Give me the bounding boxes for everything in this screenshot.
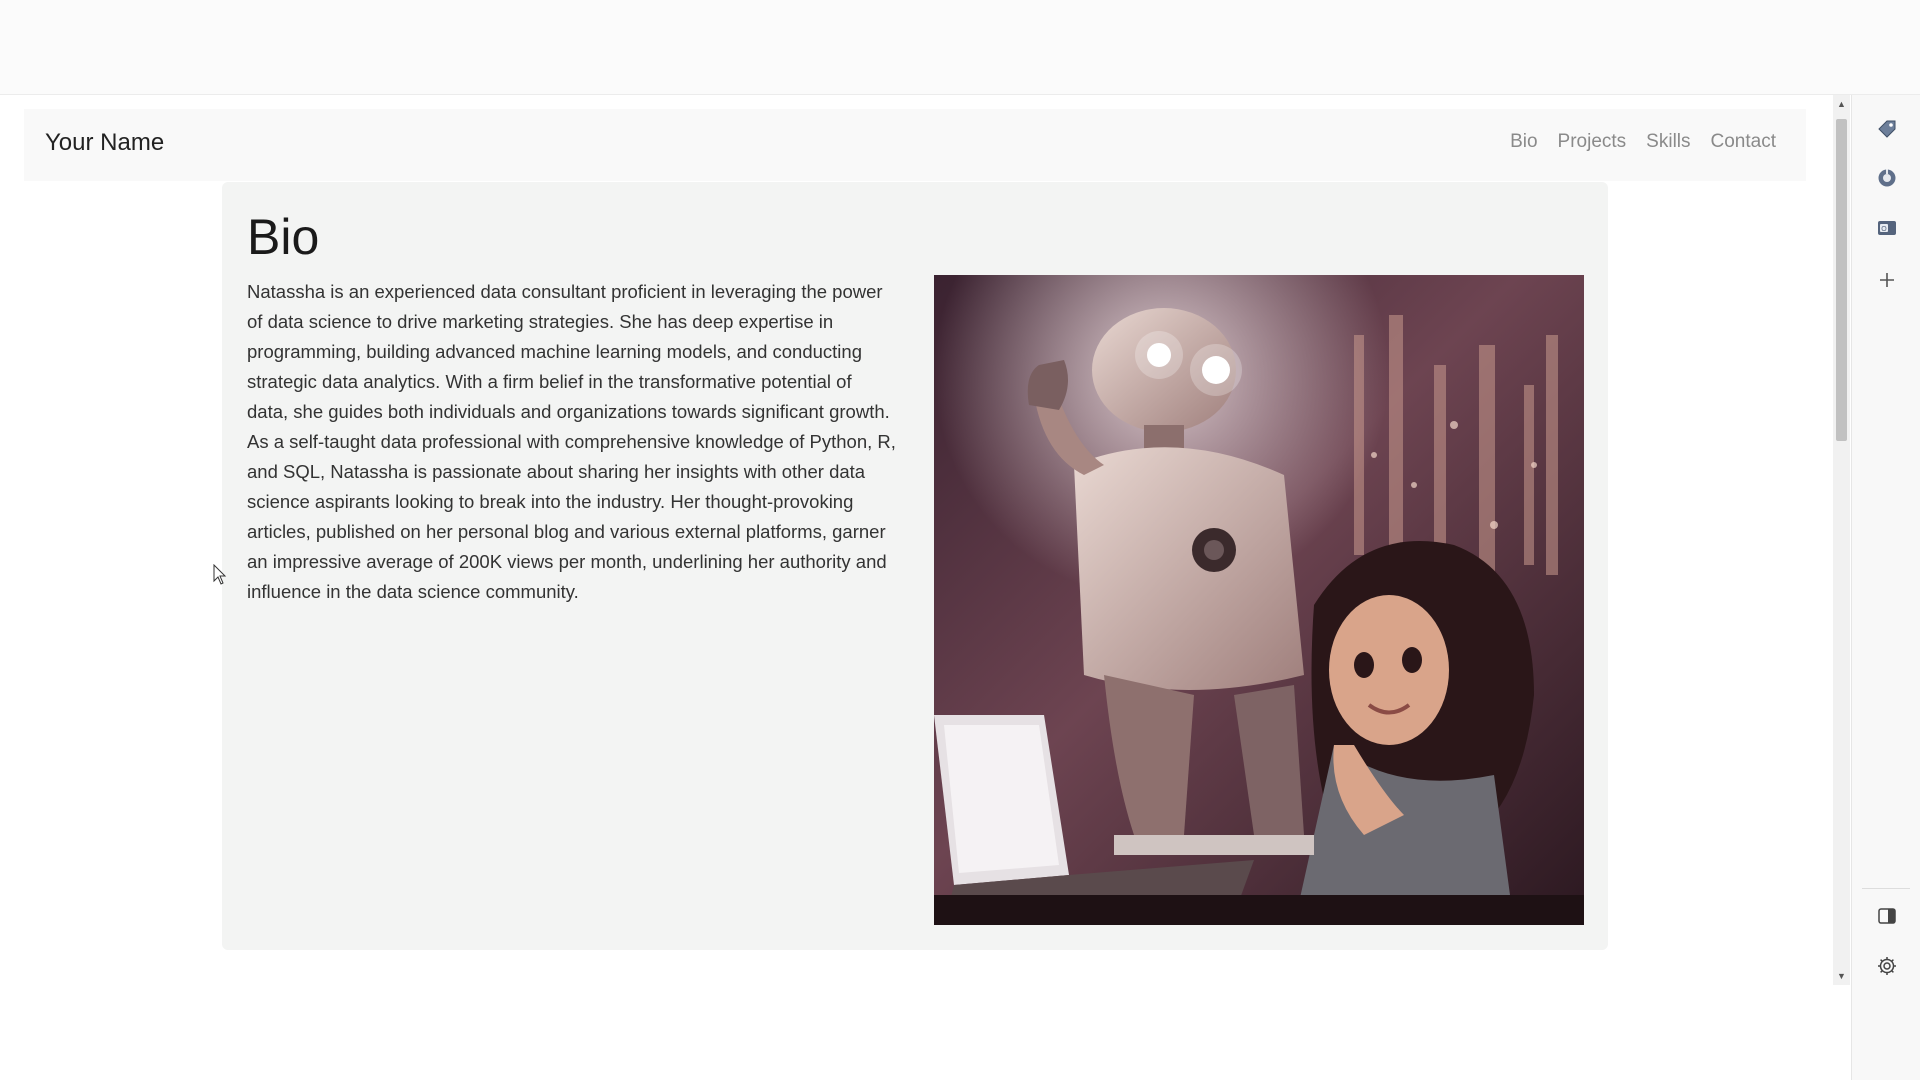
robot-girl-illustration — [934, 275, 1584, 925]
tag-icon[interactable] — [1874, 116, 1900, 142]
bio-paragraph: Natassha is an experienced data consulta… — [247, 281, 896, 602]
browser-sidebar: O — [1851, 95, 1920, 1080]
split-screen-icon[interactable] — [1874, 903, 1900, 929]
scrollbar-thumb[interactable] — [1836, 119, 1847, 441]
nav-link-skills[interactable]: Skills — [1646, 131, 1690, 153]
bio-heading: Bio — [247, 209, 320, 265]
nav-links: Bio Projects Skills Contact — [1510, 131, 1776, 153]
page-viewport: Your Name Bio Projects Skills Contact Bi… — [0, 95, 1833, 985]
bottom-area — [0, 985, 1851, 1080]
navbar: Your Name Bio Projects Skills Contact — [24, 109, 1806, 181]
nav-link-bio[interactable]: Bio — [1510, 131, 1537, 153]
nav-link-contact[interactable]: Contact — [1711, 131, 1776, 153]
sidebar-divider — [1862, 888, 1910, 889]
extension-icon[interactable] — [1874, 165, 1900, 191]
brand-name[interactable]: Your Name — [45, 129, 164, 157]
outlook-icon[interactable]: O — [1874, 215, 1900, 241]
scroll-up-arrow-icon[interactable]: ▲ — [1833, 97, 1850, 111]
svg-text:O: O — [1881, 226, 1887, 233]
nav-link-projects[interactable]: Projects — [1558, 131, 1627, 153]
mouse-cursor — [213, 564, 227, 585]
vertical-scrollbar[interactable]: ▲ ▼ — [1833, 95, 1850, 985]
bio-section: Bio Natassha is an experienced data cons… — [222, 182, 1608, 950]
scroll-down-arrow-icon[interactable]: ▼ — [1833, 969, 1850, 983]
add-icon[interactable] — [1874, 267, 1900, 293]
browser-top-area — [0, 0, 1920, 95]
settings-icon[interactable] — [1874, 953, 1900, 979]
